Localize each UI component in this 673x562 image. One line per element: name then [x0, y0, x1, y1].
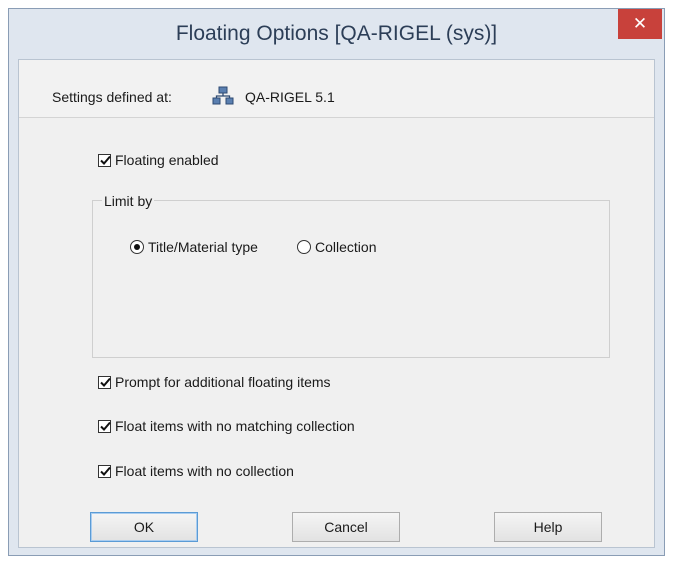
cancel-button[interactable]: Cancel: [292, 512, 400, 542]
floating-enabled-checkbox[interactable]: Floating enabled: [98, 152, 219, 168]
close-icon: ✕: [632, 14, 648, 33]
checkbox-box[interactable]: [98, 375, 111, 389]
network-server-icon: [212, 86, 234, 106]
ok-button[interactable]: OK: [90, 512, 198, 542]
window-title: Floating Options [QA-RIGEL (sys)]: [175, 22, 498, 45]
option-label: Float items with no collection: [115, 463, 294, 479]
floating-enabled-label: Floating enabled: [115, 152, 219, 168]
settings-defined-value: QA-RIGEL 5.1: [245, 89, 335, 105]
dialog-window: Floating Options [QA-RIGEL (sys)] ✕ Sett…: [8, 8, 665, 556]
option-label: Float items with no matching collection: [115, 418, 355, 434]
radio-button[interactable]: [297, 240, 311, 254]
close-button[interactable]: ✕: [618, 9, 662, 39]
dialog-client-area: Settings defined at: QA-RIGEL 5.1 Floati…: [18, 59, 655, 548]
radio-label: Title/Material type: [148, 239, 258, 255]
title-bar[interactable]: Floating Options [QA-RIGEL (sys)] ✕: [9, 9, 664, 59]
radio-button[interactable]: [130, 240, 144, 254]
help-button[interactable]: Help: [494, 512, 602, 542]
radio-label: Collection: [315, 239, 377, 255]
radio-title-material-type[interactable]: Title/Material type: [130, 239, 258, 255]
checkbox-box[interactable]: [98, 464, 111, 478]
radio-collection[interactable]: Collection: [297, 239, 376, 255]
settings-source-bar: Settings defined at: QA-RIGEL 5.1: [19, 60, 654, 118]
limit-by-group: Limit by Title/Material type Collection: [92, 193, 610, 358]
checkbox-box[interactable]: [98, 153, 111, 167]
option-label: Prompt for additional floating items: [115, 374, 331, 390]
limit-by-legend: Limit by: [102, 193, 155, 209]
float-no-collection-checkbox[interactable]: Float items with no collection: [98, 463, 294, 479]
prompt-additional-floating-checkbox[interactable]: Prompt for additional floating items: [98, 374, 331, 390]
checkbox-box[interactable]: [98, 419, 111, 433]
radio-selected-dot: [134, 244, 140, 250]
float-no-matching-collection-checkbox[interactable]: Float items with no matching collection: [98, 418, 355, 434]
settings-defined-label: Settings defined at:: [52, 89, 172, 105]
